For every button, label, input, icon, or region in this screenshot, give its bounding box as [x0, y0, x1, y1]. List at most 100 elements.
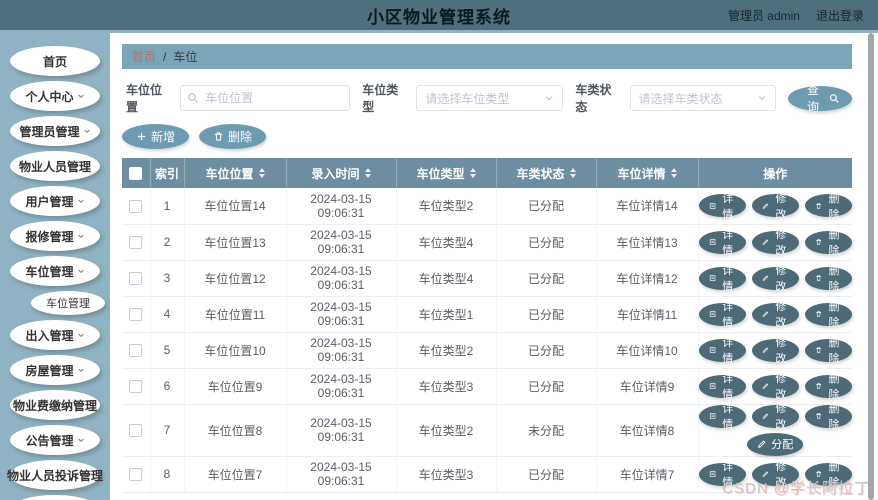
delete-button-label: 删除 [828, 337, 840, 365]
cell-detail: 车位详情10 [596, 332, 699, 369]
sort-icon[interactable] [569, 168, 576, 178]
search-button[interactable]: 查询 [788, 83, 853, 114]
col-header-status: 车类状态 [496, 158, 597, 188]
delete-row-button[interactable]: 删除 [804, 373, 853, 401]
table-row: 1 车位位置14 2024-03-15 09:06:31 车位类型2 已分配 车… [122, 188, 853, 225]
sidebar-item-access-mgmt[interactable]: 出入管理 [10, 320, 100, 350]
cell-actions: 详情 修改 删除 [698, 456, 853, 493]
detail-button-label: 详情 [722, 301, 734, 329]
sidebar-item-complaint-mgmt[interactable]: 物业人员投诉管理 [7, 460, 103, 490]
cell-type: 车位类型3 [396, 456, 497, 493]
assign-button[interactable]: 分配 [747, 432, 804, 456]
detail-button[interactable]: 详情 [698, 229, 746, 257]
edit-button[interactable]: 修改 [751, 337, 799, 365]
document-icon [709, 310, 715, 318]
filter-bar: 车位位置 车位类型 请选择车位类型 车类状态 请选择车类状态 查询 [122, 81, 853, 115]
edit-button[interactable]: 修改 [751, 403, 799, 431]
sidebar-item-house-mgmt[interactable]: 房屋管理 [10, 355, 100, 385]
sidebar-item-message-mgmt[interactable]: 我的私信管理 [10, 495, 100, 500]
cell-actions: 详情 修改 删除 [698, 188, 853, 225]
cell-actions: 详情 修改 删除 分配 [698, 403, 853, 457]
status-select-placeholder: 请选择车类状态 [638, 91, 723, 106]
row-checkbox[interactable] [129, 468, 143, 482]
vertical-scrollbar[interactable] [868, 33, 874, 500]
sidebar-item-parking-mgmt-sub[interactable]: 车位管理 [31, 291, 105, 315]
sidebar-item-user-mgmt[interactable]: 用户管理 [10, 186, 100, 216]
sidebar-item-parking-mgmt[interactable]: 车位管理 [10, 256, 100, 286]
top-header-bar: 小区物业管理系统 管理员 admin 退出登录 [0, 0, 878, 30]
edit-icon [762, 413, 768, 419]
trash-icon [816, 239, 821, 245]
row-checkbox[interactable] [129, 272, 143, 286]
cell-time: 2024-03-15 09:06:31 [286, 456, 397, 493]
detail-button[interactable]: 详情 [698, 337, 746, 365]
detail-button[interactable]: 详情 [698, 373, 746, 401]
breadcrumb-home-link[interactable]: 首页 [132, 48, 156, 65]
sidebar-item-repair-mgmt[interactable]: 报修管理 [10, 221, 100, 251]
trash-icon [816, 383, 821, 389]
edit-button[interactable]: 修改 [751, 373, 799, 401]
document-icon [709, 412, 715, 420]
cell-location: 车位位置13 [184, 224, 287, 261]
row-checkbox[interactable] [129, 344, 143, 358]
sidebar: 首页 个人中心 管理员管理 物业人员管理 用户管理 报修管理 车位管理 车位管理… [0, 33, 110, 500]
detail-button[interactable]: 详情 [698, 193, 746, 221]
sidebar-item-home[interactable]: 首页 [10, 46, 100, 76]
edit-button[interactable]: 修改 [751, 193, 799, 221]
delete-button-label: 删除 [828, 301, 840, 329]
delete-row-button[interactable]: 删除 [804, 337, 853, 365]
detail-button[interactable]: 详情 [698, 461, 746, 489]
detail-button[interactable]: 详情 [698, 265, 746, 293]
sidebar-item-staff-mgmt[interactable]: 物业人员管理 [10, 151, 100, 181]
search-button-label: 查询 [806, 83, 819, 114]
document-icon [709, 382, 715, 390]
sort-icon[interactable] [258, 168, 265, 178]
row-checkbox[interactable] [129, 199, 143, 213]
edit-button[interactable]: 修改 [751, 265, 799, 293]
delete-button-label: 删除 [828, 229, 840, 257]
delete-button[interactable]: 删除 [199, 124, 267, 149]
chevron-down-icon [77, 269, 84, 274]
row-checkbox[interactable] [129, 424, 143, 438]
delete-row-button[interactable]: 删除 [804, 301, 853, 329]
add-button-label: 新增 [151, 130, 176, 144]
cell-time: 2024-03-15 09:06:31 [286, 404, 397, 457]
detail-button-label: 详情 [722, 337, 734, 365]
status-select[interactable]: 请选择车类状态 [629, 85, 777, 111]
row-checkbox[interactable] [129, 308, 143, 322]
detail-button[interactable]: 详情 [698, 403, 746, 431]
table-row: 8 车位位置7 2024-03-15 09:06:31 车位类型3 已分配 车位… [122, 456, 853, 493]
cell-location: 车位位置12 [184, 260, 287, 297]
delete-row-button[interactable]: 删除 [804, 193, 853, 221]
sidebar-item-profile[interactable]: 个人中心 [10, 81, 100, 111]
sort-icon[interactable] [670, 168, 677, 178]
sidebar-item-fee-mgmt[interactable]: 物业费缴纳管理 [10, 390, 100, 420]
select-all-checkbox[interactable] [129, 167, 143, 181]
sidebar-item-notice-mgmt[interactable]: 公告管理 [10, 425, 100, 455]
delete-row-button[interactable]: 删除 [804, 265, 853, 293]
location-input[interactable] [180, 85, 351, 111]
main-layout: 首页 个人中心 管理员管理 物业人员管理 用户管理 报修管理 车位管理 车位管理… [0, 30, 878, 500]
delete-row-button[interactable]: 删除 [804, 229, 853, 257]
edit-icon [758, 440, 766, 448]
delete-button-label: 删除 [828, 461, 840, 489]
sort-icon[interactable] [469, 168, 476, 178]
trash-icon [816, 347, 821, 353]
sidebar-item-admin-mgmt[interactable]: 管理员管理 [10, 116, 100, 146]
table-toolbar: 新增 删除 [122, 124, 852, 149]
type-select[interactable]: 请选择车位类型 [416, 85, 564, 111]
row-checkbox[interactable] [129, 236, 143, 250]
edit-button[interactable]: 修改 [751, 461, 799, 489]
sort-icon[interactable] [364, 168, 371, 178]
table-row: 3 车位位置12 2024-03-15 09:06:31 车位类型4 已分配 车… [122, 260, 853, 297]
chevron-down-icon [77, 199, 84, 204]
delete-row-button[interactable]: 删除 [804, 403, 853, 431]
delete-row-button[interactable]: 删除 [804, 461, 853, 489]
logout-link[interactable]: 退出登录 [816, 7, 864, 24]
edit-button[interactable]: 修改 [751, 301, 799, 329]
row-checkbox[interactable] [129, 380, 143, 394]
detail-button[interactable]: 详情 [698, 301, 746, 329]
chevron-down-icon [77, 368, 84, 373]
add-button[interactable]: 新增 [122, 124, 190, 149]
edit-button[interactable]: 修改 [751, 229, 799, 257]
